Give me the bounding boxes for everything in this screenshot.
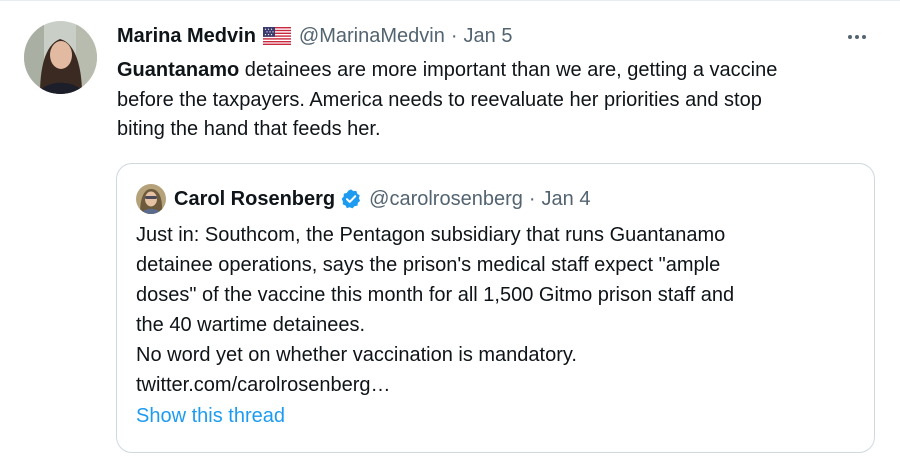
quoted-text-line: the 40 wartime detainees.: [136, 314, 366, 336]
quoted-text-line: No word yet on whether vaccination is ma…: [136, 344, 577, 366]
quoted-tweet-card[interactable]: Carol Rosenberg @carolrosenberg · Jan 4 …: [116, 163, 875, 453]
more-horizontal-icon: [848, 35, 852, 39]
author-name[interactable]: Marina Medvin: [117, 25, 256, 48]
quoted-tweet-date: Jan 4: [541, 187, 591, 210]
quoted-text-line: detainee operations, says the prison's m…: [136, 254, 721, 276]
tweet[interactable]: Marina Medvin @MarinaMedvin · Jan 5 Guan…: [0, 0, 900, 466]
tweet-text-line-2: before the taxpayers. America needs to r…: [117, 88, 762, 111]
quoted-tweet-text: Just in: Southcom, the Pentagon subsidia…: [136, 220, 856, 400]
quoted-link-text: twitter.com/carolrosenberg…: [136, 374, 391, 396]
tweet-text: Guantanamo detainees are more important …: [117, 56, 877, 145]
quoted-text-line: Just in: Southcom, the Pentagon subsidia…: [136, 224, 726, 246]
hashtag-bold-text: Guantanamo: [117, 59, 240, 81]
quoted-author-avatar[interactable]: [136, 184, 166, 214]
tweet-text-line-3: biting the hand that feeds her.: [117, 118, 381, 140]
verified-badge-icon: [340, 188, 362, 210]
us-flag-icon: [262, 27, 291, 45]
quoted-header-separator: ·: [528, 187, 536, 210]
tweet-header: Marina Medvin @MarinaMedvin · Jan 5: [117, 21, 512, 51]
tweet-text-line-1: Guantanamo detainees are more important …: [117, 59, 778, 81]
more-options-button[interactable]: [840, 25, 874, 49]
show-thread-link[interactable]: Show this thread: [136, 405, 285, 428]
author-avatar[interactable]: [24, 21, 97, 94]
tweet-date[interactable]: Jan 5: [464, 25, 513, 48]
quoted-tweet-header: Carol Rosenberg @carolrosenberg · Jan 4: [174, 184, 590, 214]
quoted-author-handle: @carolrosenberg: [369, 187, 523, 210]
author-handle[interactable]: @MarinaMedvin: [299, 25, 445, 48]
quoted-author-name: Carol Rosenberg: [174, 187, 336, 210]
header-separator: ·: [450, 24, 458, 47]
quoted-text-line: doses" of the vaccine this month for all…: [136, 284, 735, 306]
